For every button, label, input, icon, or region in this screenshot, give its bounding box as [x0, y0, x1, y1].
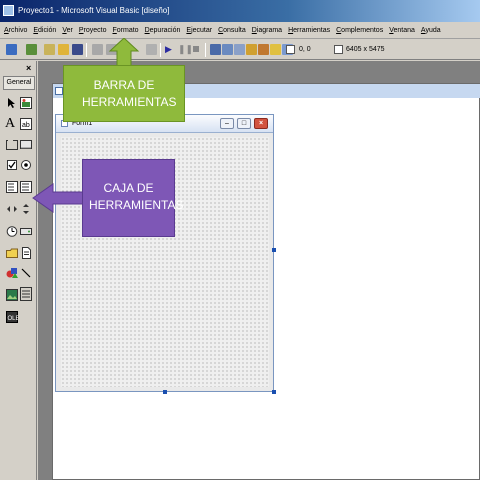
form1-window[interactable]: Form1 – □ ×: [55, 114, 274, 392]
properties-window-icon[interactable]: [222, 44, 233, 55]
callout-arrow-left: [32, 183, 87, 213]
menu-bar: Archivo Edición Ver Proyecto Formato Depuraci…: [0, 24, 480, 39]
data-tool-icon[interactable]: [20, 287, 32, 301]
timer-tool-icon[interactable]: [6, 225, 18, 237]
dirlistbox-tool-icon[interactable]: [6, 247, 18, 259]
hscrollbar-tool-icon[interactable]: [6, 203, 18, 215]
resize-handle-bottom[interactable]: [163, 390, 167, 394]
pointer-tool-icon[interactable]: [6, 97, 18, 109]
toolbox-panel: × General A ab OLE: [0, 61, 37, 480]
frame-tool-icon[interactable]: [6, 138, 18, 150]
line-tool-icon[interactable]: [20, 267, 32, 279]
menu-editor-icon[interactable]: [44, 44, 55, 55]
menu-ayuda[interactable]: Ayuda: [417, 24, 443, 34]
vb-app-icon: [3, 5, 14, 16]
title-bar: Proyecto1 - Microsoft Visual Basic [dise…: [0, 0, 480, 22]
shape-tool-icon[interactable]: [6, 267, 18, 279]
toolbox-callout-text: CAJA DE HERRAMIENTAS: [89, 181, 184, 212]
toolbar-callout-text: BARRA DE HERRAMIENTAS: [82, 78, 177, 109]
position-icon: [286, 45, 295, 54]
menu-formato[interactable]: Formato: [109, 24, 141, 34]
checkbox-tool-icon[interactable]: [6, 159, 18, 171]
menu-complementos[interactable]: Complementos: [332, 24, 385, 34]
window-title: Proyecto1 - Microsoft Visual Basic [dise…: [18, 6, 170, 15]
data-view-icon[interactable]: [270, 44, 281, 55]
svg-text:ab: ab: [22, 122, 30, 129]
resize-handle-bottom-right[interactable]: [272, 390, 276, 394]
minimize-button[interactable]: –: [220, 118, 234, 129]
menu-archivo[interactable]: Archivo: [0, 24, 29, 34]
toolbox-callout: CAJA DE HERRAMIENTAS: [31, 159, 184, 237]
toolbox-callout-box: CAJA DE HERRAMIENTAS: [82, 159, 184, 237]
menu-diagrama[interactable]: Diagrama: [248, 24, 284, 34]
menu-ver[interactable]: Ver: [58, 24, 75, 34]
size-readout: 6405 x 5475: [346, 46, 385, 53]
label-tool-icon[interactable]: A: [5, 117, 17, 131]
designer-icon: [55, 87, 63, 95]
filelistbox-tool-icon[interactable]: [20, 247, 32, 259]
toolbar-callout: BARRA DE HERRAMIENTAS: [63, 38, 185, 122]
menu-ventana[interactable]: Ventana: [385, 24, 417, 34]
ole-tool-icon[interactable]: OLE: [6, 311, 20, 323]
toolbox-toggle-icon[interactable]: [258, 44, 269, 55]
maximize-button[interactable]: □: [237, 118, 251, 129]
callout-arrow-up: [108, 38, 140, 68]
position-readout: 0, 0: [299, 46, 311, 53]
stop-icon[interactable]: [191, 44, 202, 55]
toolbox-tab-general[interactable]: General: [3, 76, 35, 90]
resize-handle-right[interactable]: [272, 248, 276, 252]
menu-herramientas[interactable]: Herramientas: [284, 24, 332, 34]
svg-text:OLE: OLE: [8, 316, 19, 322]
size-icon: [334, 45, 343, 54]
picturebox-tool-icon[interactable]: [20, 97, 32, 109]
menu-consulta[interactable]: Consulta: [214, 24, 248, 34]
commandbutton-tool-icon[interactable]: [20, 138, 32, 150]
menu-edicion[interactable]: Edición: [29, 24, 58, 34]
textbox-tool-icon[interactable]: ab: [20, 118, 32, 130]
close-button[interactable]: ×: [254, 118, 268, 129]
toolbox-close-icon[interactable]: ×: [26, 63, 31, 73]
image-tool-icon[interactable]: [6, 289, 18, 301]
add-form-icon[interactable]: [26, 44, 37, 55]
object-browser-icon[interactable]: [246, 44, 257, 55]
toolbar-callout-box: BARRA DE HERRAMIENTAS: [63, 65, 185, 122]
combobox-tool-icon[interactable]: [6, 181, 18, 193]
menu-proyecto[interactable]: Proyecto: [75, 24, 109, 34]
project-explorer-icon[interactable]: [210, 44, 221, 55]
add-project-icon[interactable]: [6, 44, 17, 55]
menu-depuracion[interactable]: Depuración: [141, 24, 183, 34]
toolbar-separator: [205, 43, 206, 57]
form-layout-icon[interactable]: [234, 44, 245, 55]
menu-ejecutar[interactable]: Ejecutar: [182, 24, 214, 34]
